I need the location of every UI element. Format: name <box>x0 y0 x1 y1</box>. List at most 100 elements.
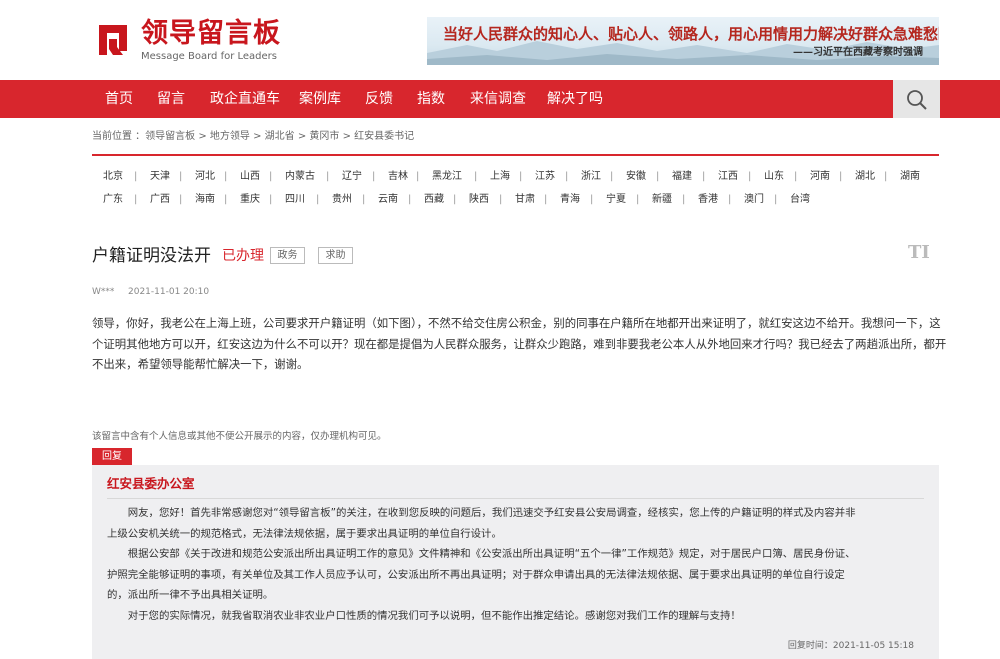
nav-item-resolved[interactable]: 解决了吗 <box>547 80 603 118</box>
region-separator: | <box>748 171 752 182</box>
region-separator: | <box>134 171 138 182</box>
post-author: W*** <box>92 287 115 297</box>
font-size-toggle-icon[interactable]: TI <box>908 242 930 263</box>
region-link[interactable]: 江苏 <box>535 166 555 188</box>
region-link[interactable]: 云南 <box>378 189 398 211</box>
region-separator: | <box>544 194 548 205</box>
breadcrumb: 当前位置 ：领导留言板 > 地方领导 > 湖北省 > 黄冈市 > 红安县委书记 <box>92 131 415 142</box>
logo-mark-icon <box>99 25 127 55</box>
nav-item-survey[interactable]: 来信调查 <box>470 80 526 118</box>
region-link[interactable]: 河北 <box>195 166 215 188</box>
region-link[interactable]: 新疆 <box>652 189 672 211</box>
region-link[interactable]: 北京 <box>103 166 123 188</box>
reply-line: 根据公安部《关于改进和规范公安派出所出具证明工作的意见》文件精神和《公安派出所出… <box>107 548 856 560</box>
region-separator: | <box>682 194 686 205</box>
region-separator: | <box>774 194 778 205</box>
region-link[interactable]: 天津 <box>150 166 170 188</box>
region-separator: | <box>179 194 183 205</box>
post-body: 领导，你好，我老公在上海上班，公司要求开户籍证明（如下图），不然不给交住房公积金… <box>92 313 947 375</box>
banner-quote: 当好人民群众的知心人、贴心人、领路人，用心用情用力解决好群众急难愁盼问题。 <box>443 25 939 43</box>
region-separator: | <box>839 171 843 182</box>
region-separator: | <box>636 194 640 205</box>
region-link[interactable]: 广西 <box>150 189 170 211</box>
reply-time: 回复时间：2021-11-05 15:18 <box>787 641 914 651</box>
region-link[interactable]: 甘肃 <box>515 189 535 211</box>
region-separator: | <box>269 171 273 182</box>
region-separator: | <box>656 171 660 182</box>
reply-line: 对于您的实际情况，就我省取消农业非农业户口性质的情况我们可予以说明，但不能作出推… <box>107 609 741 622</box>
reply-line: 网友，您好！首先非常感谢您对“领导留言板”的关注，在收到您反映的问题后，我们迅速… <box>107 507 856 519</box>
region-link[interactable]: 海南 <box>195 189 215 211</box>
tag-government[interactable]: 政务 <box>270 247 305 264</box>
region-link[interactable]: 辽宁 <box>342 166 362 188</box>
privacy-note: 该留言中含有个人信息或其他不便公开展示的内容，仅办理机构可见。 <box>92 431 387 442</box>
region-link[interactable]: 河南 <box>810 166 830 188</box>
reply-divider <box>107 498 924 499</box>
nav-item-index[interactable]: 指数 <box>417 80 445 118</box>
site-header: 领导留言板 Message Board for Leaders 当好人民群众的知… <box>0 0 1000 80</box>
region-link[interactable]: 上海 <box>490 166 510 188</box>
nav-item-enterprise[interactable]: 政企直通车 <box>210 80 280 118</box>
region-link[interactable]: 湖南 <box>900 166 920 188</box>
region-separator: | <box>134 194 138 205</box>
region-link[interactable]: 内蒙古 <box>285 166 315 188</box>
site-logo[interactable]: 领导留言板 Message Board for Leaders <box>93 17 293 65</box>
tag-help[interactable]: 求助 <box>318 247 353 264</box>
region-separator: | <box>499 194 503 205</box>
logo-title: 领导留言板 <box>141 18 281 49</box>
region-separator: | <box>416 171 420 182</box>
region-link[interactable]: 福建 <box>672 166 692 188</box>
region-separator: | <box>224 171 228 182</box>
banner-source: ——习近平在西藏考察时强调 <box>793 47 923 58</box>
region-link[interactable]: 宁夏 <box>606 189 626 211</box>
region-separator: | <box>794 171 798 182</box>
region-separator: | <box>269 194 273 205</box>
region-link[interactable]: 澳门 <box>744 189 764 211</box>
region-separator: | <box>728 194 732 205</box>
region-link[interactable]: 安徽 <box>626 166 646 188</box>
region-link[interactable]: 黑龙江 <box>432 166 462 188</box>
region-link[interactable]: 山西 <box>240 166 260 188</box>
reply-line: 的，派出所一律不予出具相关证明。 <box>107 589 274 601</box>
region-link[interactable]: 台湾 <box>790 189 810 211</box>
region-link[interactable]: 四川 <box>285 189 305 211</box>
region-link[interactable]: 香港 <box>698 189 718 211</box>
region-link[interactable]: 西藏 <box>424 189 444 211</box>
region-separator: | <box>519 171 523 182</box>
reply-department: 红安县委办公室 <box>107 476 195 491</box>
region-separator: | <box>179 171 183 182</box>
nav-item-cases[interactable]: 案例库 <box>299 80 341 118</box>
reply-line: 上级公安机关统一的规范格式，无法律法规依据，属于要求出具证明的单位自行设计。 <box>107 527 502 540</box>
region-separator: | <box>362 194 366 205</box>
nav-item-feedback[interactable]: 反馈 <box>365 80 393 118</box>
post-title: 户籍证明没法开 <box>92 246 211 266</box>
region-separator: | <box>565 171 569 182</box>
region-separator: | <box>224 194 228 205</box>
search-button[interactable] <box>893 80 940 118</box>
nav-item-message[interactable]: 留言 <box>157 80 185 118</box>
reply-line: 护照完全能够证明的事项，有关单位及其工作人员应予认可，公安派出所不再出具证明；对… <box>107 568 845 581</box>
region-separator: | <box>326 171 330 182</box>
post-date: 2021-11-01 20:10 <box>128 287 210 297</box>
post-body-line: 个证明其他地方可以开，红安这边为什么不可以开？现在都是提倡为人民群众服务，让群众… <box>92 336 947 351</box>
region-separator: | <box>702 171 706 182</box>
region-link[interactable]: 青海 <box>560 189 580 211</box>
region-separator: | <box>884 171 888 182</box>
region-link[interactable]: 湖北 <box>855 166 875 188</box>
region-link[interactable]: 浙江 <box>581 166 601 188</box>
region-link[interactable]: 吉林 <box>388 166 408 188</box>
quote-banner: 当好人民群众的知心人、贴心人、领路人，用心用情用力解决好群众急难愁盼问题。 ——… <box>427 17 939 65</box>
region-link[interactable]: 重庆 <box>240 189 260 211</box>
region-link[interactable]: 江西 <box>718 166 738 188</box>
logo-subtitle: Message Board for Leaders <box>141 51 278 62</box>
region-separator: | <box>408 194 412 205</box>
region-link[interactable]: 贵州 <box>332 189 352 211</box>
reply-panel: 红安县委办公室 网友，您好！首先非常感谢您对“领导留言板”的关注，在收到您反映的… <box>92 465 939 659</box>
post-body-line: 不出来，希望领导能帮忙解决一下，谢谢。 <box>92 357 309 371</box>
main-nav: 首页 留言 政企直通车 案例库 反馈 指数 来信调查 解决了吗 <box>0 80 1000 118</box>
region-link[interactable]: 广东 <box>103 189 123 211</box>
nav-item-home[interactable]: 首页 <box>105 80 133 118</box>
region-link[interactable]: 陕西 <box>469 189 489 211</box>
section-divider <box>92 154 939 156</box>
region-link[interactable]: 山东 <box>764 166 784 188</box>
